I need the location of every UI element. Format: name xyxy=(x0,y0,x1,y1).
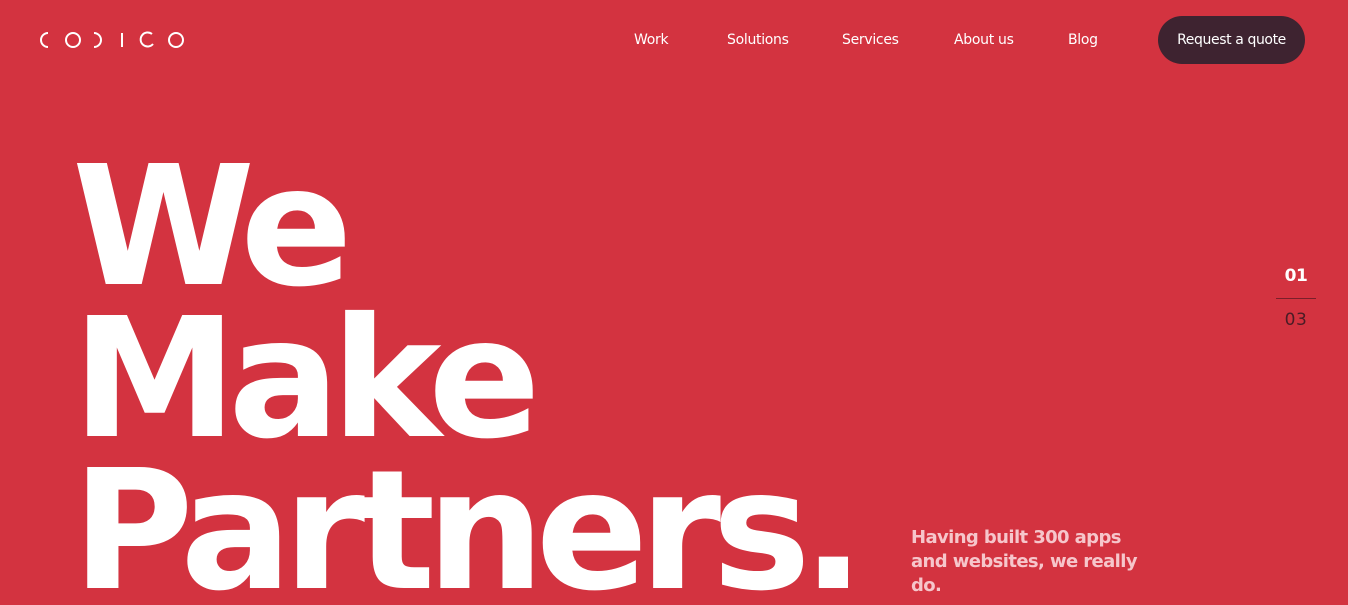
request-quote-button[interactable]: Request a quote xyxy=(1158,16,1305,64)
top-navigation: Work Solutions Services About us Blog Re… xyxy=(0,0,1348,80)
slide-counter-current: 01 xyxy=(1284,266,1308,286)
hero-headline: We Make Partners. xyxy=(72,131,865,605)
slide-counter-total: 03 xyxy=(1284,310,1308,330)
hero-tagline: Having built 300 apps and websites, we r… xyxy=(911,527,1138,596)
nav-item-about-us[interactable]: About us xyxy=(954,30,1014,50)
nav-item-solutions[interactable]: Solutions xyxy=(727,30,789,50)
hero-line-1: We xyxy=(72,131,353,324)
slide-counter-divider xyxy=(1276,298,1316,299)
hero-line-2: Make xyxy=(72,283,541,476)
slide-counter: 01 03 xyxy=(1276,264,1316,331)
nav-item-services[interactable]: Services xyxy=(842,30,899,50)
codigo-logo[interactable] xyxy=(38,30,186,50)
nav-item-blog[interactable]: Blog xyxy=(1068,30,1098,50)
homepage: Work Solutions Services About us Blog Re… xyxy=(0,0,1348,605)
hero-line-3: Partners. xyxy=(72,435,865,605)
codigo-logo-mark xyxy=(40,31,184,48)
nav-item-work[interactable]: Work xyxy=(634,30,669,50)
